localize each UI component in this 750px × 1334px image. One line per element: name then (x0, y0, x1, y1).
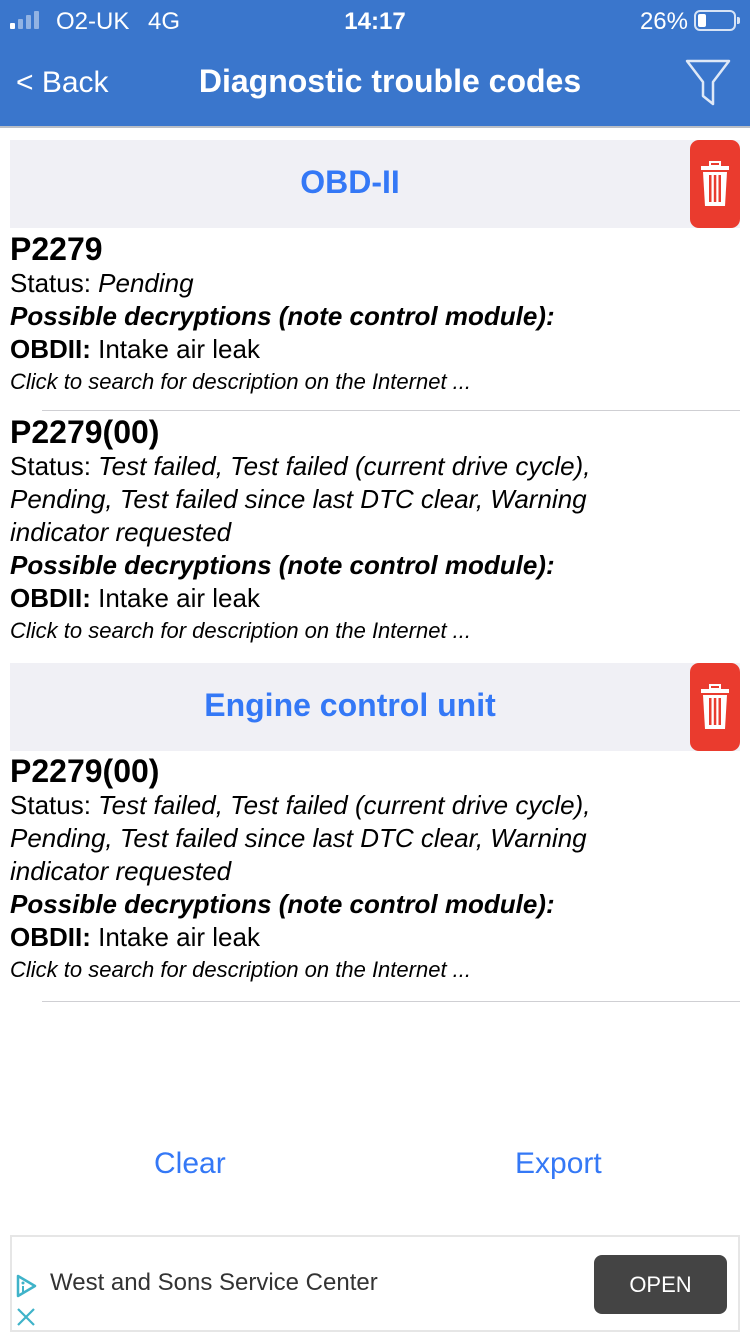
ad-choices-button[interactable] (14, 1273, 38, 1299)
status-value-continued: indicator requested (10, 517, 232, 547)
module-label: OBDII: (10, 583, 91, 613)
section-header-obd-ii: OBD-II (10, 140, 740, 228)
bottom-actions: Clear Export (0, 1147, 750, 1191)
trash-icon (701, 684, 729, 729)
status-value: Test failed, Test failed (current drive … (98, 790, 591, 820)
dtc-description: OBDII: Intake air leak (10, 582, 740, 615)
battery-percentage: 26% (639, 8, 688, 35)
module-label: OBDII: (10, 922, 91, 952)
ad-text: West and Sons Service Center (50, 1269, 378, 1296)
status-value-continued: Pending, Test failed since last DTC clea… (10, 484, 587, 514)
search-internet-link[interactable]: Click to search for description on the I… (10, 954, 740, 986)
filter-button[interactable] (684, 58, 732, 108)
description-text: Intake air leak (90, 583, 260, 613)
search-internet-link[interactable]: Click to search for description on the I… (10, 366, 740, 398)
dtc-code: P2279 (10, 231, 103, 267)
status-label: Status: (10, 268, 99, 298)
module-label: OBDII: (10, 334, 91, 364)
ad-choices-icon (16, 1274, 37, 1298)
page-title: Diagnostic trouble codes (198, 63, 582, 99)
section-header-engine-control-unit: Engine control unit (10, 663, 740, 751)
trash-icon (701, 161, 729, 206)
status-value: Pending (98, 268, 194, 298)
divider (42, 410, 740, 411)
ad-close-button[interactable] (16, 1307, 36, 1327)
dtc-code: P2279(00) (10, 753, 160, 789)
status-label: Status: (10, 451, 99, 481)
clear-button[interactable]: Clear (154, 1147, 226, 1181)
section-title: Engine control unit (204, 687, 496, 723)
divider (42, 1001, 740, 1002)
ad-open-button[interactable]: OPEN (594, 1255, 727, 1314)
search-internet-link[interactable]: Click to search for description on the I… (10, 615, 740, 647)
section-title: OBD-II (300, 164, 400, 200)
decryptions-heading: Possible decryptions (note control modul… (10, 301, 555, 331)
status-value: Test failed, Test failed (current drive … (98, 451, 591, 481)
status-bar: O2-UK 4G 14:17 26% (0, 0, 750, 42)
delete-section-button[interactable] (690, 663, 740, 751)
dtc-list-item[interactable]: P2279 Status: Pending Possible decryptio… (10, 231, 740, 398)
description-text: Intake air leak (90, 334, 260, 364)
dtc-status: Status: Test failed, Test failed (curren… (10, 789, 740, 822)
decryptions-heading: Possible decryptions (note control modul… (10, 889, 555, 919)
dtc-status: Status: Test failed, Test failed (curren… (10, 450, 740, 483)
ad-banner[interactable]: West and Sons Service Center OPEN (10, 1235, 740, 1332)
back-button[interactable]: < Back (16, 66, 109, 100)
dtc-description: OBDII: Intake air leak (10, 921, 740, 954)
decryptions-heading: Possible decryptions (note control modul… (10, 550, 555, 580)
status-label: Status: (10, 790, 99, 820)
dtc-list-item[interactable]: P2279(00) Status: Test failed, Test fail… (10, 753, 740, 986)
status-time: 14:17 (344, 8, 406, 35)
close-icon (17, 1308, 35, 1326)
delete-section-button[interactable] (690, 140, 740, 228)
dtc-list-item[interactable]: P2279(00) Status: Test failed, Test fail… (10, 414, 740, 647)
export-button[interactable]: Export (515, 1147, 602, 1181)
dtc-status: Status: Pending (10, 267, 740, 300)
status-value-continued: indicator requested (10, 856, 232, 886)
status-value-continued: Pending, Test failed since last DTC clea… (10, 823, 587, 853)
navigation-header: O2-UK 4G 14:17 26% Diagnostic trouble co… (0, 0, 750, 128)
battery-icon (694, 10, 740, 31)
filter-icon (685, 59, 731, 106)
dtc-description: OBDII: Intake air leak (10, 333, 740, 366)
description-text: Intake air leak (90, 922, 260, 952)
dtc-code: P2279(00) (10, 414, 160, 450)
